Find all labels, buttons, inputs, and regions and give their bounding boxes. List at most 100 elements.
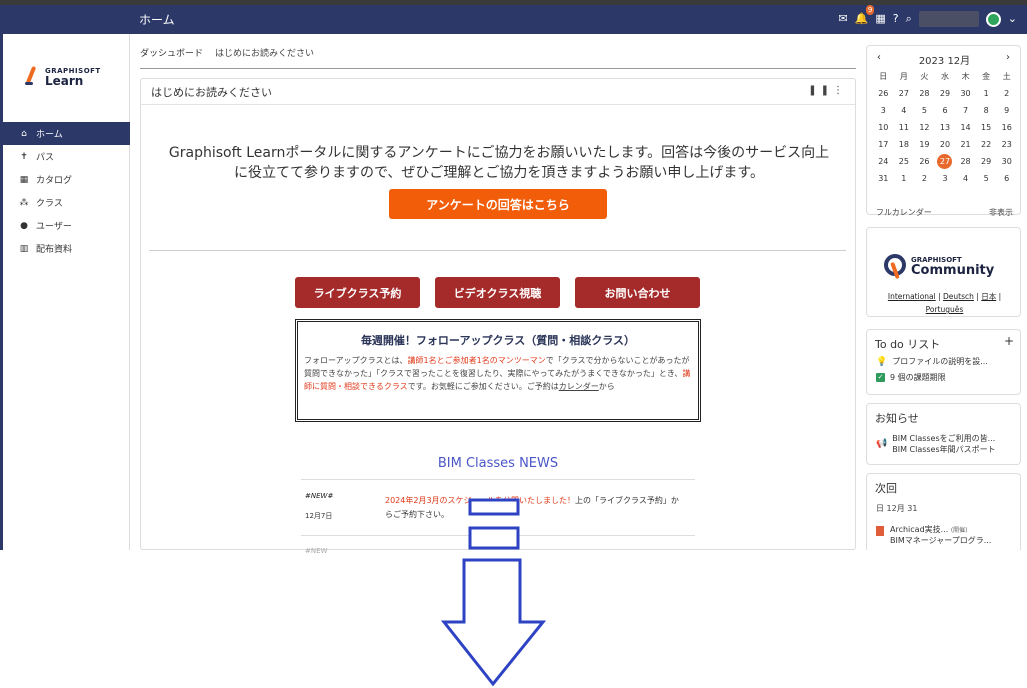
add-icon[interactable]: + [1004, 334, 1014, 348]
materials-icon: ▥ [19, 243, 29, 254]
calendar-day[interactable]: 26 [873, 85, 894, 102]
calendar-day[interactable]: 1 [894, 170, 915, 187]
next-item-label: Archicad実技... [890, 525, 949, 534]
tab-readme[interactable]: はじめにお読みください [215, 42, 314, 68]
calendar-day[interactable]: 16 [996, 119, 1017, 136]
follow-up-title: 毎週開催！フォローアップクラス（質問・相談クラス） [360, 334, 636, 347]
calendar-dow: 木 [961, 72, 970, 81]
calendar-day[interactable]: 20 [935, 136, 956, 153]
logo[interactable]: GRAPHISOFT Learn [25, 66, 101, 88]
calendar-day[interactable]: 4 [894, 102, 915, 119]
calendar-day[interactable]: 15 [976, 119, 997, 136]
calendar-day[interactable]: 5 [914, 102, 935, 119]
live-class-button[interactable]: ライブクラス予約 [295, 277, 420, 308]
calendar-day[interactable]: 24 [873, 153, 894, 170]
card-tools[interactable]: ❚❚⋮ [808, 85, 847, 96]
calendar-day[interactable]: 22 [976, 136, 997, 153]
calendar-day[interactable]: 12 [914, 119, 935, 136]
next-widget: 次回 日 12月 31 Archicad実技... (開催) BIMマネージャープ… [866, 473, 1021, 550]
mail-icon[interactable]: ✉ [838, 11, 847, 27]
check-icon: ✓ [876, 373, 885, 382]
calendar-day[interactable]: 28 [914, 85, 935, 102]
sidebar-item-path[interactable]: ✝ パス [3, 145, 130, 168]
contact-button[interactable]: お問い合わせ [575, 277, 700, 308]
calendar-day[interactable]: 27 [894, 85, 915, 102]
calendar-day[interactable]: 25 [894, 153, 915, 170]
community-link-portugues[interactable]: Português [926, 305, 964, 314]
calendar-day[interactable]: 9 [996, 102, 1017, 119]
avatar[interactable] [985, 11, 1001, 27]
help-icon[interactable]: ? [893, 11, 899, 27]
calendar-day[interactable]: 29 [976, 153, 997, 170]
calendar-day[interactable]: 11 [894, 119, 915, 136]
calendar-dow: 日 [879, 72, 888, 81]
sidebar-nav: ⌂ ホーム ✝ パス ▦ カタログ ⁂ クラス ● ユーザー ▥ 配布資料 [3, 122, 130, 260]
calendar-day[interactable]: 18 [894, 136, 915, 153]
chevron-down-icon[interactable]: ⌄ [1008, 11, 1017, 27]
tab-dashboard[interactable]: ダッシュボード [140, 42, 203, 68]
survey-button[interactable]: アンケートの回答はこちら [389, 189, 607, 219]
more-icon[interactable]: ⋮ [833, 85, 847, 96]
sidebar-item-class[interactable]: ⁂ クラス [3, 191, 130, 214]
full-calendar-link[interactable]: フルカレンダー [876, 207, 932, 218]
sidebar-item-label: パス [36, 153, 55, 163]
chevron-right-icon[interactable]: › [1006, 52, 1010, 63]
calendar-day[interactable]: 6 [996, 170, 1017, 187]
community-link-international[interactable]: International [888, 292, 936, 301]
notification-icon[interactable]: 🔔 9 [855, 5, 875, 27]
calendar-day[interactable]: 19 [914, 136, 935, 153]
community-links: International | Deutsch | 日本 | Português [887, 292, 1002, 314]
sidebar-item-label: ユーザー [36, 222, 72, 232]
calendar-day[interactable]: 8 [976, 102, 997, 119]
news-title: BIM Classes NEWS [437, 456, 559, 471]
calendar-today[interactable]: 27 [935, 153, 956, 170]
video-class-button[interactable]: ビデオクラス視聴 [435, 277, 560, 308]
path-icon: ✝ [20, 151, 28, 162]
calendar-day[interactable]: 29 [935, 85, 956, 102]
calendar-day-label: 23 [1001, 140, 1012, 149]
todo-item[interactable]: ✓ 9 個の課題期限 [876, 372, 946, 383]
sidebar-item-user[interactable]: ● ユーザー [3, 214, 130, 237]
calendar-day[interactable]: 23 [996, 136, 1017, 153]
todo-item[interactable]: 💡 プロファイルの説明を設... [876, 356, 988, 367]
community-link-japan[interactable]: 日本 [981, 292, 996, 301]
user-name-box[interactable] [918, 11, 979, 27]
calendar-link[interactable]: カレンダー [559, 382, 599, 391]
sidebar-item-materials[interactable]: ▥ 配布資料 [3, 237, 130, 260]
search-icon[interactable]: ⌕ [906, 11, 912, 27]
class-icon: ⁂ [19, 197, 29, 208]
calendar-day[interactable]: 31 [873, 170, 894, 187]
calendar-day-label: 4 [901, 106, 907, 115]
notice-item[interactable]: 📢 BIM Classesをご利用の皆... BIM Classes年間パスポート [876, 433, 996, 455]
calendar-day[interactable]: 21 [955, 136, 976, 153]
calendar-day[interactable]: 2 [914, 170, 935, 187]
next-item[interactable]: Archicad実技... (開催) BIMマネージャープログラ... [876, 524, 991, 546]
calendar-day[interactable]: 10 [873, 119, 894, 136]
right-column: ‹ 2023 12月 › 日月火水木金土 26 27 28 29 30 1 2 3 4 5 6 7 8 9 1… [864, 34, 1027, 550]
calendar-icon[interactable]: ▦ [875, 11, 885, 27]
calendar-day-label: 3 [880, 106, 886, 115]
notice-item-label: BIM Classesをご利用の皆... [892, 434, 996, 443]
calendar-day[interactable]: 13 [935, 119, 956, 136]
calendar-day[interactable]: 28 [955, 153, 976, 170]
calendar-day[interactable]: 30 [996, 153, 1017, 170]
calendar-day[interactable]: 30 [955, 85, 976, 102]
calendar-day[interactable]: 26 [914, 153, 935, 170]
pause-icon[interactable]: ❚❚ [808, 85, 833, 96]
hide-calendar-link[interactable]: 非表示 [989, 207, 1013, 218]
calendar-day[interactable]: 4 [955, 170, 976, 187]
calendar-day[interactable]: 5 [976, 170, 997, 187]
calendar-day[interactable]: 3 [935, 170, 956, 187]
calendar-day[interactable]: 3 [873, 102, 894, 119]
calendar-day[interactable]: 1 [976, 85, 997, 102]
calendar-day[interactable]: 17 [873, 136, 894, 153]
sidebar-item-home[interactable]: ⌂ ホーム [3, 122, 130, 145]
calendar-day[interactable]: 6 [935, 102, 956, 119]
community-logo[interactable]: GRAPHISOFT Community [881, 252, 994, 280]
calendar-day[interactable]: 14 [955, 119, 976, 136]
calendar-day[interactable]: 2 [996, 85, 1017, 102]
sidebar-item-catalog[interactable]: ▦ カタログ [3, 168, 130, 191]
todo-item-label: プロファイルの説明を設... [892, 357, 988, 366]
community-link-deutsch[interactable]: Deutsch [943, 292, 974, 301]
calendar-day[interactable]: 7 [955, 102, 976, 119]
